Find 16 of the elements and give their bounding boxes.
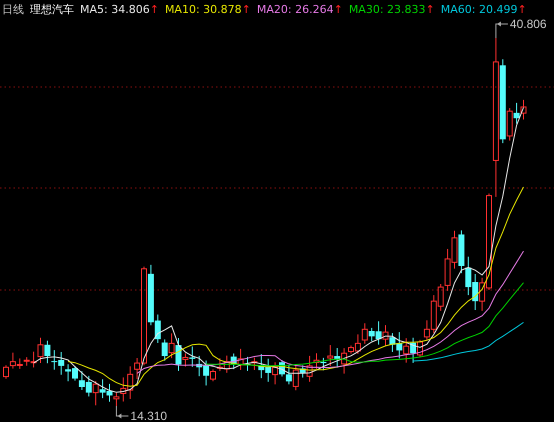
indicator-value: MA5: 34.806 bbox=[80, 2, 150, 16]
low-price-label: 14.310 bbox=[130, 409, 168, 422]
trend-arrow: ↑ bbox=[517, 2, 527, 16]
indicator-value: MA60: 20.499 bbox=[440, 2, 518, 16]
high-marker-leader bbox=[495, 22, 508, 38]
trend-arrow: ↑ bbox=[150, 2, 159, 16]
stock-name: 理想汽车 bbox=[30, 2, 74, 16]
low-marker-leader bbox=[116, 406, 129, 418]
period-label: 日线 bbox=[2, 2, 24, 16]
high-price-label: 40.806 bbox=[510, 18, 547, 31]
trend-arrow: ↑ bbox=[426, 2, 435, 16]
indicator-value: MA20: 26.264 bbox=[256, 2, 334, 16]
trend-arrow: ↑ bbox=[334, 2, 343, 16]
indicator-value: MA30: 23.833 bbox=[348, 2, 426, 16]
indicator-value: MA10: 30.878 bbox=[164, 2, 242, 16]
trend-arrow: ↑ bbox=[242, 2, 251, 16]
